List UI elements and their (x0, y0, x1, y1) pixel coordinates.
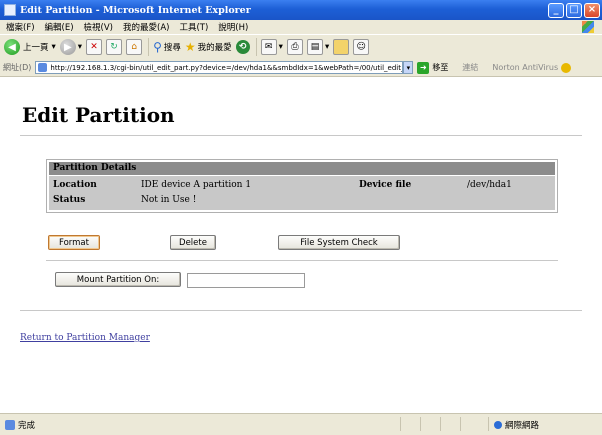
home-button[interactable]: ⌂ (126, 39, 143, 55)
toolbar-divider (148, 38, 150, 56)
device-file-value: /dev/hda1 (467, 180, 512, 190)
favorites-button[interactable]: ★ 我的最愛 (185, 40, 232, 54)
printer-icon: ⎙ (286, 39, 303, 55)
status-text: 完成 (18, 420, 36, 431)
maximize-button[interactable]: □ (566, 2, 582, 18)
menu-edit[interactable]: 編輯(E) (45, 21, 74, 33)
url-text: http://192.168.1.3/cgi-bin/util_edit_par… (50, 63, 404, 72)
page-viewport: Edit Partition Partition Details Locatio… (0, 77, 602, 413)
refresh-icon: ↻ (106, 39, 123, 55)
status-divider (460, 417, 461, 431)
return-to-partition-manager-link[interactable]: Return to Partition Manager (20, 333, 150, 343)
menu-tools[interactable]: 工具(T) (179, 21, 208, 33)
menu-help[interactable]: 說明(H) (218, 21, 248, 33)
panel-header: Partition Details (49, 162, 555, 175)
device-file-label: Device file (359, 180, 412, 190)
close-button[interactable]: × (584, 2, 600, 18)
status-bar: 完成 網際網路 (0, 413, 602, 435)
address-bar: 網址(D) http://192.168.1.3/cgi-bin/util_ed… (0, 59, 602, 77)
edit-button[interactable]: ▤ ▾ (306, 39, 330, 55)
location-value: IDE device A partition 1 (141, 180, 252, 190)
back-button[interactable]: ◀ 上一頁 ▾ (4, 39, 56, 55)
favorites-label: 我的最愛 (197, 43, 232, 53)
ie-app-icon (4, 4, 16, 16)
window-titlebar: Edit Partition - Microsoft Internet Expl… (0, 0, 602, 20)
links-label[interactable]: 連結 (462, 62, 478, 73)
chevron-down-icon: ▾ (51, 42, 56, 52)
internet-zone: 網際網路 (494, 419, 539, 431)
status-label: Status (53, 195, 86, 205)
go-arrow-icon[interactable]: ➜ (417, 61, 430, 74)
status-divider (488, 417, 489, 431)
file-system-check-button[interactable]: File System Check (278, 235, 400, 250)
messenger-button[interactable]: ☺ (353, 39, 370, 55)
minimize-button[interactable]: _ (548, 2, 564, 18)
page-done-icon (5, 419, 15, 430)
window-title: Edit Partition - Microsoft Internet Expl… (20, 4, 251, 16)
back-label: 上一頁 (23, 43, 49, 53)
mail-button[interactable]: ✉ ▾ (260, 39, 283, 55)
search-label: 搜尋 (163, 43, 181, 53)
mount-partition-button[interactable]: Mount Partition On: (55, 272, 181, 287)
panel-body: Location IDE device A partition 1 Device… (49, 176, 555, 210)
forward-arrow-icon: ▶ (59, 39, 76, 55)
back-arrow-icon: ◀ (4, 39, 20, 55)
page-title: Edit Partition (22, 103, 175, 127)
footer-divider (20, 310, 582, 311)
folder-icon (333, 39, 350, 55)
address-dropdown-button[interactable]: ▾ (403, 61, 414, 74)
status-divider (420, 417, 421, 431)
stop-icon: ✕ (86, 39, 103, 55)
chevron-down-icon: ▾ (278, 42, 283, 52)
history-button[interactable]: ⟲ (235, 40, 250, 54)
stop-button[interactable]: ✕ (86, 39, 103, 55)
menu-bar: 檔案(F) 編輯(E) 檢視(V) 我的最愛(A) 工具(T) 說明(H) (0, 20, 602, 34)
buttons-divider (46, 260, 558, 261)
messenger-icon: ☺ (353, 39, 370, 55)
document-icon: ▤ (306, 39, 323, 55)
print-button[interactable]: ⎙ (286, 39, 303, 55)
toolbar-divider (255, 38, 257, 56)
menu-favorites[interactable]: 我的最愛(A) (123, 21, 169, 33)
partition-details-panel: Partition Details Location IDE device A … (46, 159, 558, 213)
search-button[interactable]: ⚲ 搜尋 (153, 40, 181, 54)
browser-toolbar: ◀ 上一頁 ▾ ▶ ▾ ✕ ↻ ⌂ ⚲ 搜尋 ★ 我的最愛 ⟲ ✉ ▾ ⎙ ▤ … (0, 34, 602, 60)
title-divider (20, 135, 582, 136)
status-divider (400, 417, 401, 431)
folder-button[interactable] (333, 39, 350, 55)
mount-path-input[interactable] (187, 273, 305, 288)
delete-button[interactable]: Delete (170, 235, 216, 250)
search-icon: ⚲ (153, 40, 162, 54)
refresh-button[interactable]: ↻ (106, 39, 123, 55)
norton-antivirus-label[interactable]: Norton AntiVirus (492, 63, 558, 72)
star-icon: ★ (184, 40, 196, 54)
chevron-down-icon: ▾ (77, 42, 83, 52)
globe-icon (494, 421, 502, 429)
menu-file[interactable]: 檔案(F) (6, 21, 35, 33)
format-button[interactable]: Format (48, 235, 100, 250)
page-icon (38, 63, 48, 72)
history-icon: ⟲ (235, 40, 250, 54)
status-divider (440, 417, 441, 431)
mail-icon: ✉ (260, 39, 277, 55)
menu-view[interactable]: 檢視(V) (84, 21, 113, 33)
forward-button[interactable]: ▶ ▾ (59, 39, 83, 55)
address-label: 網址(D) (3, 63, 32, 72)
go-button[interactable]: 移至 (432, 62, 448, 73)
chevron-down-icon: ▾ (324, 42, 330, 52)
windows-logo-icon (582, 21, 594, 33)
location-label: Location (53, 180, 97, 190)
norton-icon[interactable] (561, 62, 572, 73)
home-icon: ⌂ (126, 39, 143, 55)
url-input[interactable]: http://192.168.1.3/cgi-bin/util_edit_par… (35, 61, 404, 74)
zone-text: 網際網路 (505, 421, 540, 431)
status-value: Not in Use ! (141, 195, 197, 205)
